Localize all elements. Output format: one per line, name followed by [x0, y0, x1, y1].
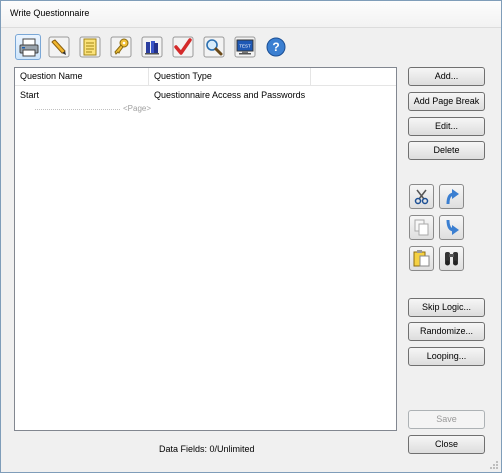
test-monitor-icon[interactable]: TEST — [232, 34, 258, 60]
window-title: Write Questionnaire — [10, 8, 90, 18]
add-page-break-button[interactable]: Add Page Break — [408, 92, 485, 111]
magnifier-icon[interactable] — [201, 34, 227, 60]
cut-icon[interactable] — [409, 184, 434, 209]
page-break-label: <Page> — [123, 104, 152, 113]
move-up-icon[interactable] — [439, 184, 464, 209]
close-button[interactable]: Close — [408, 435, 485, 454]
randomize-button[interactable]: Randomize... — [408, 322, 485, 341]
find-icon[interactable] — [439, 246, 464, 271]
move-down-icon[interactable] — [439, 215, 464, 240]
test-label: TEST — [239, 44, 251, 49]
pencil-icon[interactable] — [46, 34, 72, 60]
library-icon[interactable] — [139, 34, 165, 60]
copy-icon[interactable] — [409, 215, 434, 240]
checkmark-icon[interactable] — [170, 34, 196, 60]
skip-logic-button[interactable]: Skip Logic... — [408, 298, 485, 317]
add-button[interactable]: Add... — [408, 67, 485, 86]
column-header-question-type[interactable]: Question Type — [149, 68, 311, 85]
question-type-cell: Questionnaire Access and Passwords — [154, 90, 306, 100]
page-break-line — [35, 109, 120, 110]
table-row[interactable]: Start Questionnaire Access and Passwords — [15, 88, 396, 102]
write-questionnaire-window: Write Questionnaire TEST ? Question Name… — [0, 0, 502, 473]
list-header: Question Name Question Type — [15, 68, 396, 86]
printer-icon[interactable] — [15, 34, 41, 60]
help-icon[interactable]: ? — [263, 34, 289, 60]
notepad-icon[interactable] — [77, 34, 103, 60]
key-icon[interactable] — [108, 34, 134, 60]
column-header-question-name[interactable]: Question Name — [15, 68, 149, 85]
question-name-cell: Start — [20, 90, 40, 100]
save-button[interactable]: Save — [408, 410, 485, 429]
title-bar: Write Questionnaire — [1, 1, 501, 28]
help-label: ? — [272, 40, 279, 54]
delete-button[interactable]: Delete — [408, 141, 485, 160]
data-fields-status: Data Fields: 0/Unlimited — [159, 444, 255, 454]
questions-list[interactable]: Question Name Question Type Start Questi… — [14, 67, 397, 431]
edit-button[interactable]: Edit... — [408, 117, 485, 136]
page-break-marker[interactable]: <Page> — [35, 104, 157, 114]
looping-button[interactable]: Looping... — [408, 347, 485, 366]
paste-icon[interactable] — [409, 246, 434, 271]
resize-grip-icon[interactable] — [489, 460, 499, 470]
